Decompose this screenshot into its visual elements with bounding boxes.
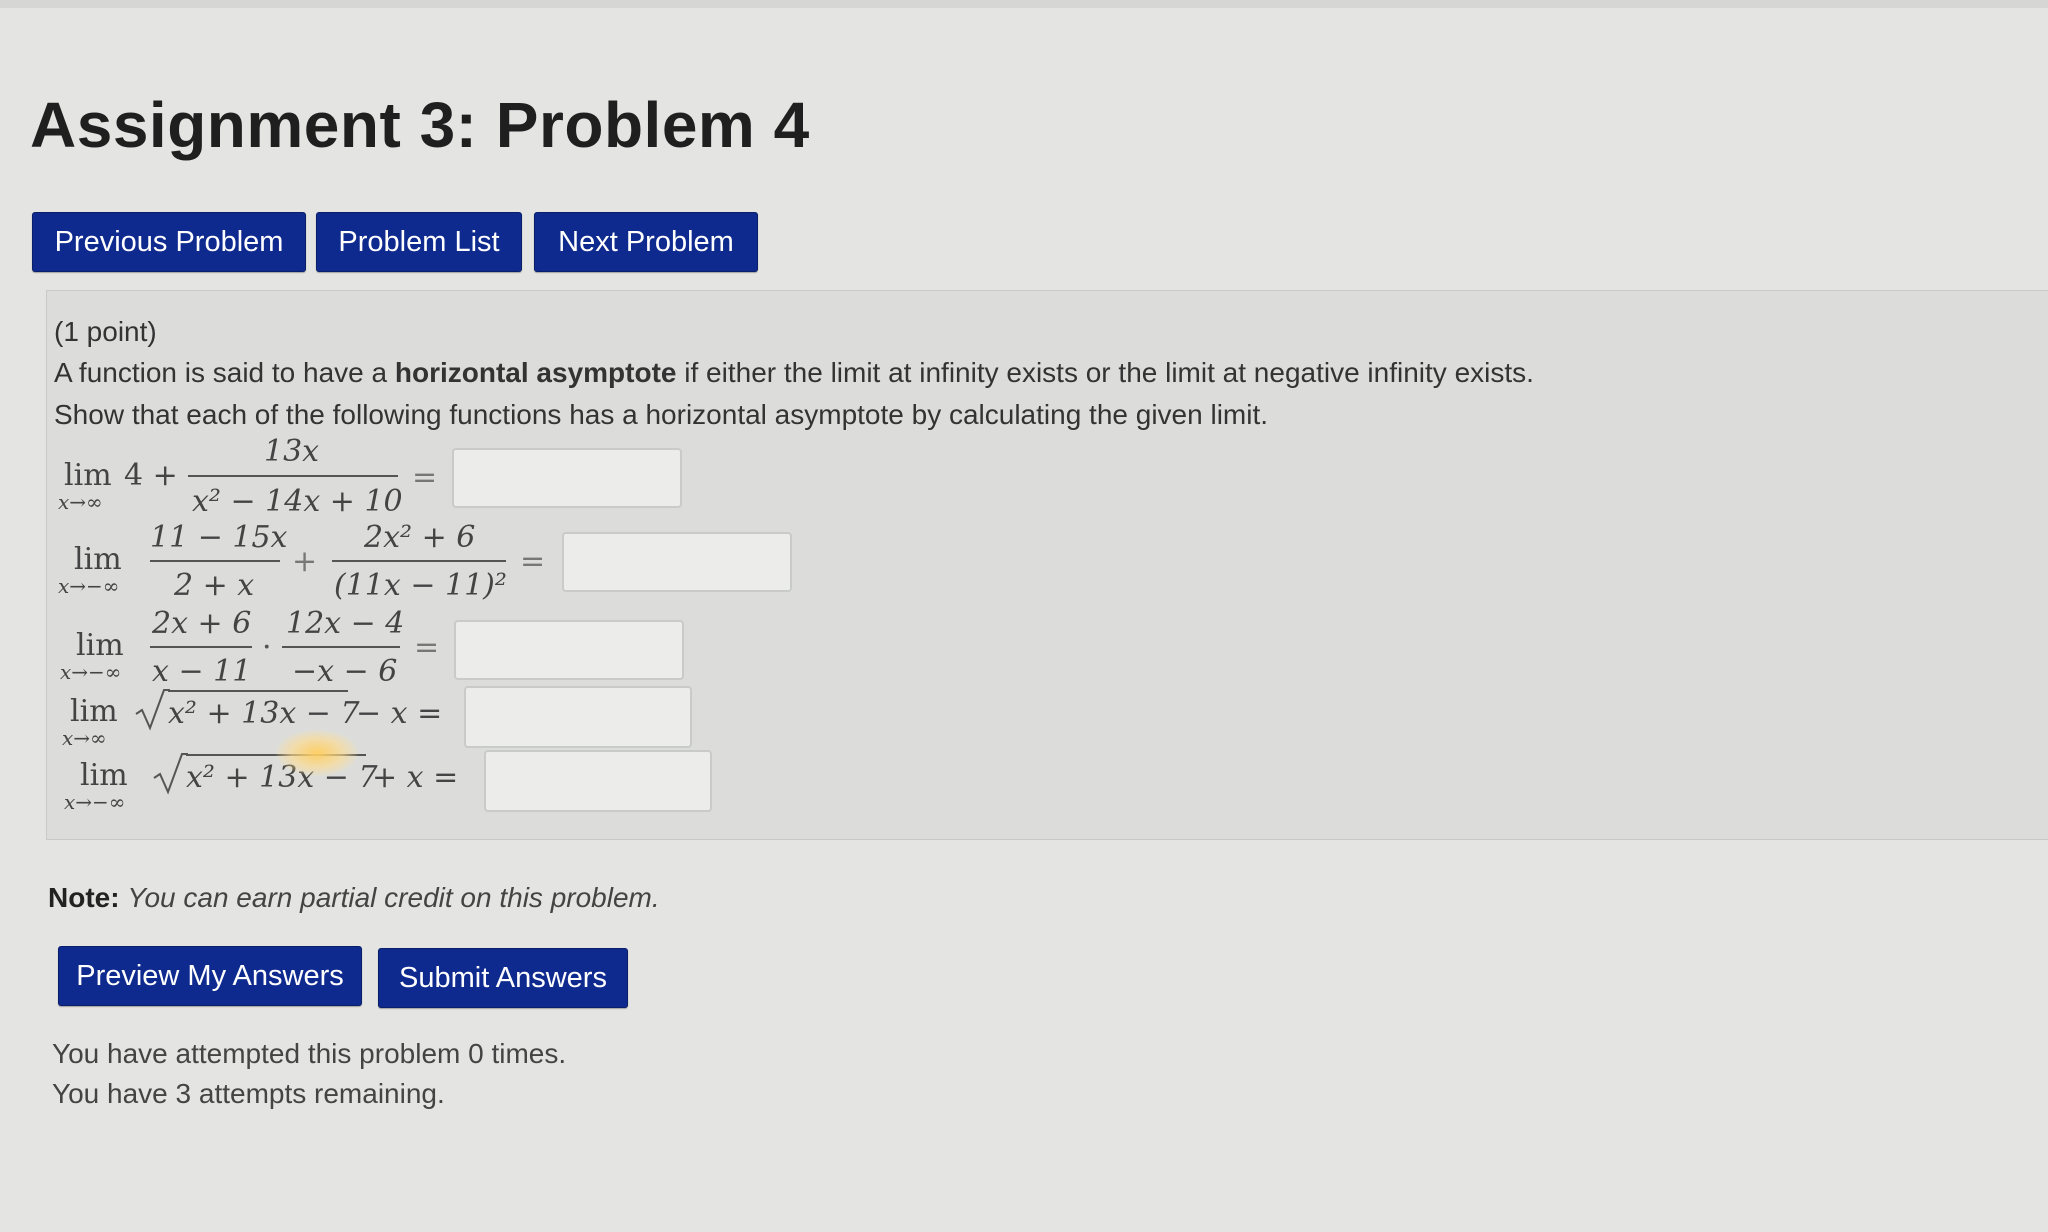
- horizontal-asymptote-term: horizontal asymptote: [394, 357, 677, 388]
- lim-subscript: x→∞: [62, 726, 107, 750]
- fraction-bar-1: [150, 646, 252, 648]
- lim-subscript: x→∞: [58, 490, 103, 514]
- denominator: x² − 14x + 10: [192, 484, 403, 519]
- denominator-2: (11x − 11)²: [334, 568, 507, 603]
- fraction-bar-2: [332, 560, 506, 562]
- lim-label: lim: [76, 628, 124, 663]
- answer-input-2[interactable]: [562, 532, 792, 592]
- submit-answers-button[interactable]: Submit Answers: [378, 948, 628, 1008]
- problem-intro: A function is said to have a horizontal …: [54, 357, 1534, 388]
- lim-subscript: x→−∞: [60, 660, 122, 684]
- denominator-1: x − 11: [152, 654, 252, 689]
- answer-input-5[interactable]: [484, 750, 712, 812]
- screen-glare: [276, 730, 358, 776]
- fraction-bar-1: [150, 560, 280, 562]
- top-strip: [0, 0, 2048, 8]
- equals-sign: =: [520, 544, 546, 579]
- problem-list-button[interactable]: Problem List: [316, 212, 522, 272]
- tail-term: − x =: [356, 696, 443, 731]
- multiply-dot: ·: [262, 630, 272, 665]
- numerator-2: 12x − 4: [286, 606, 405, 641]
- equals-sign: =: [414, 630, 440, 665]
- radicand: x² + 13x − 7: [168, 696, 360, 731]
- tail-term: + x =: [372, 760, 459, 795]
- lim-subscript: x→−∞: [58, 574, 120, 598]
- lim-label: lim: [64, 458, 112, 493]
- points-label: (1 point): [54, 316, 157, 347]
- attempted-count: You have attempted this problem 0 times.: [52, 1038, 567, 1069]
- lim-subscript: x→−∞: [64, 790, 126, 814]
- numerator-1: 11 − 15x: [150, 520, 288, 555]
- denominator-2: −x − 6: [292, 654, 398, 689]
- note-text: You can earn partial credit on this prob…: [127, 882, 660, 913]
- preview-answers-button[interactable]: Preview My Answers: [58, 946, 362, 1006]
- plus-sign: +: [292, 544, 318, 579]
- note-label: Note:: [48, 882, 120, 913]
- fraction-bar: [188, 475, 398, 477]
- equals-sign: =: [412, 460, 438, 495]
- radical-bar: [168, 690, 348, 692]
- fraction-bar-2: [282, 646, 400, 648]
- numerator-2: 2x² + 6: [364, 520, 476, 555]
- problem-instruction: Show that each of the following function…: [54, 399, 1269, 430]
- lim-label: lim: [80, 758, 128, 793]
- denominator-1: 2 + x: [174, 568, 255, 603]
- answer-input-3[interactable]: [454, 620, 684, 680]
- attempts-remaining: You have 3 attempts remaining.: [52, 1078, 445, 1109]
- next-problem-button[interactable]: Next Problem: [534, 212, 758, 272]
- answer-input-4[interactable]: [464, 686, 692, 748]
- numerator-1: 2x + 6: [152, 606, 252, 641]
- previous-problem-button[interactable]: Previous Problem: [32, 212, 306, 272]
- sqrt-sign-icon: [135, 689, 170, 731]
- lim-label: lim: [74, 542, 122, 577]
- page-title: Assignment 3: Problem 4: [30, 89, 810, 161]
- numerator: 13x: [264, 434, 320, 469]
- answer-input-1[interactable]: [452, 448, 682, 508]
- sqrt-sign-icon: [153, 753, 188, 795]
- lead-term: 4 +: [124, 458, 178, 493]
- partial-credit-note: Note: You can earn partial credit on thi…: [48, 882, 660, 914]
- lim-label: lim: [70, 694, 118, 729]
